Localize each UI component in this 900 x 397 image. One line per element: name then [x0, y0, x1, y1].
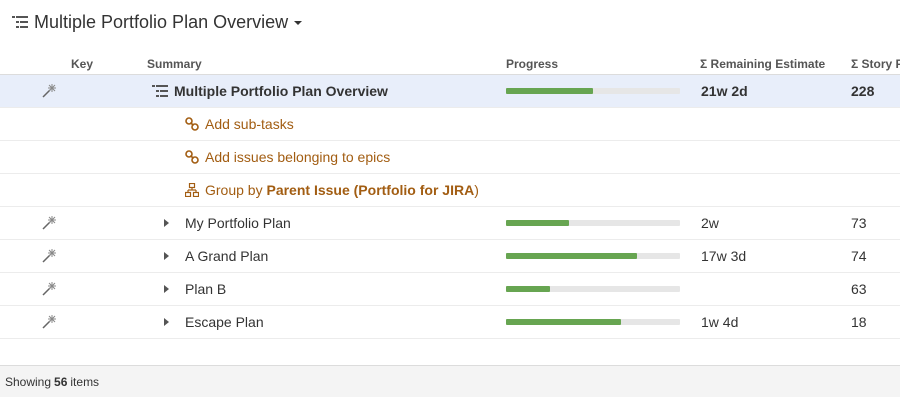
progress-bar	[506, 253, 680, 259]
footer-prefix: Showing	[5, 374, 52, 389]
progress-bar	[506, 286, 680, 292]
progress-fill	[506, 220, 569, 226]
wand-icon	[42, 282, 56, 296]
remaining-estimate-value: 21w 2d	[701, 83, 748, 99]
generator-cell: Group by Parent Issue (Portfolio for JIR…	[185, 174, 479, 206]
generator-label[interactable]: Add issues belonging to epics	[205, 149, 390, 165]
generator-label[interactable]: Group by Parent Issue (Portfolio for JIR…	[205, 182, 479, 198]
progress-bar	[506, 220, 680, 226]
group-by-suffix: )	[474, 182, 479, 198]
table-row[interactable]: My Portfolio Plan 2w 73	[0, 207, 900, 240]
progress-cell	[506, 75, 680, 107]
group-by-field: Parent Issue (Portfolio for JIRA	[266, 182, 475, 198]
column-header-summary[interactable]: Summary	[147, 57, 202, 71]
generator-row[interactable]: Group by Parent Issue (Portfolio for JIR…	[0, 174, 900, 207]
table-row[interactable]: Multiple Portfolio Plan Overview 21w 2d …	[0, 75, 900, 108]
summary-cell: A Grand Plan	[185, 240, 268, 272]
summary-text[interactable]: A Grand Plan	[185, 248, 268, 264]
story-points-value: 73	[851, 215, 867, 231]
expand-arrow-icon[interactable]	[164, 285, 169, 293]
key-cell	[42, 207, 62, 239]
item-count: 56	[54, 374, 68, 389]
column-header-key[interactable]: Key	[71, 57, 93, 71]
expand-arrow-icon[interactable]	[164, 318, 169, 326]
page-title[interactable]: Multiple Portfolio Plan Overview	[34, 12, 288, 33]
summary-text[interactable]: Escape Plan	[185, 314, 264, 330]
summary-cell: Multiple Portfolio Plan Overview	[152, 75, 388, 107]
column-header-story-points[interactable]: Σ Story P	[851, 57, 900, 71]
table-row[interactable]: A Grand Plan 17w 3d 74	[0, 240, 900, 273]
wand-icon	[42, 315, 56, 329]
column-header-remaining-estimate[interactable]: Σ Remaining Estimate	[700, 57, 825, 71]
story-points-value: 74	[851, 248, 867, 264]
story-points-value: 63	[851, 281, 867, 297]
wand-icon	[42, 84, 56, 98]
remaining-estimate-value: 1w 4d	[701, 314, 739, 330]
title-dropdown-caret-icon[interactable]	[294, 21, 303, 25]
generator-row[interactable]: Add sub-tasks	[0, 108, 900, 141]
key-cell	[42, 75, 62, 107]
progress-fill	[506, 286, 550, 292]
story-points-value: 228	[851, 83, 875, 99]
grid-header: Key Summary Progress Σ Remaining Estimat…	[0, 53, 900, 75]
expand-arrow-icon[interactable]	[164, 252, 169, 260]
progress-cell	[506, 306, 680, 338]
progress-cell	[506, 273, 680, 305]
footer-suffix: items	[70, 374, 100, 389]
summary-cell: Plan B	[185, 273, 226, 305]
structure-icon	[152, 85, 168, 97]
key-cell	[42, 306, 62, 338]
key-cell	[42, 240, 62, 272]
table-row[interactable]: Plan B 63	[0, 273, 900, 306]
generator-cell: Add sub-tasks	[185, 108, 294, 140]
remaining-estimate-value: 2w	[701, 215, 719, 231]
progress-fill	[506, 319, 621, 325]
progress-cell	[506, 207, 680, 239]
progress-fill	[506, 253, 637, 259]
summary-cell: My Portfolio Plan	[185, 207, 291, 239]
story-points-value: 18	[851, 314, 867, 330]
expand-arrow-icon[interactable]	[164, 219, 169, 227]
structure-grid: Key Summary Progress Σ Remaining Estimat…	[0, 53, 900, 339]
hierarchy-icon	[185, 183, 199, 197]
grid-footer: Showing 56 items	[0, 365, 900, 397]
link-icon	[185, 150, 199, 164]
structure-page: Multiple Portfolio Plan Overview Key Sum…	[0, 0, 900, 397]
group-by-prefix: Group by	[205, 182, 267, 198]
wand-icon	[42, 216, 56, 230]
progress-bar	[506, 319, 680, 325]
progress-fill	[506, 88, 593, 94]
table-row[interactable]: Escape Plan 1w 4d 18	[0, 306, 900, 339]
generator-row[interactable]: Add issues belonging to epics	[0, 141, 900, 174]
key-cell	[42, 273, 62, 305]
summary-cell: Escape Plan	[185, 306, 264, 338]
wand-icon	[42, 249, 56, 263]
structure-icon	[12, 16, 28, 28]
generator-label[interactable]: Add sub-tasks	[205, 116, 294, 132]
structure-title-bar: Multiple Portfolio Plan Overview	[0, 0, 900, 44]
summary-text[interactable]: My Portfolio Plan	[185, 215, 291, 231]
summary-text[interactable]: Plan B	[185, 281, 226, 297]
progress-cell	[506, 240, 680, 272]
column-header-progress[interactable]: Progress	[506, 57, 558, 71]
link-icon	[185, 117, 199, 131]
remaining-estimate-value: 17w 3d	[701, 248, 747, 264]
generator-cell: Add issues belonging to epics	[185, 141, 390, 173]
progress-bar	[506, 88, 680, 94]
summary-text[interactable]: Multiple Portfolio Plan Overview	[174, 83, 388, 99]
